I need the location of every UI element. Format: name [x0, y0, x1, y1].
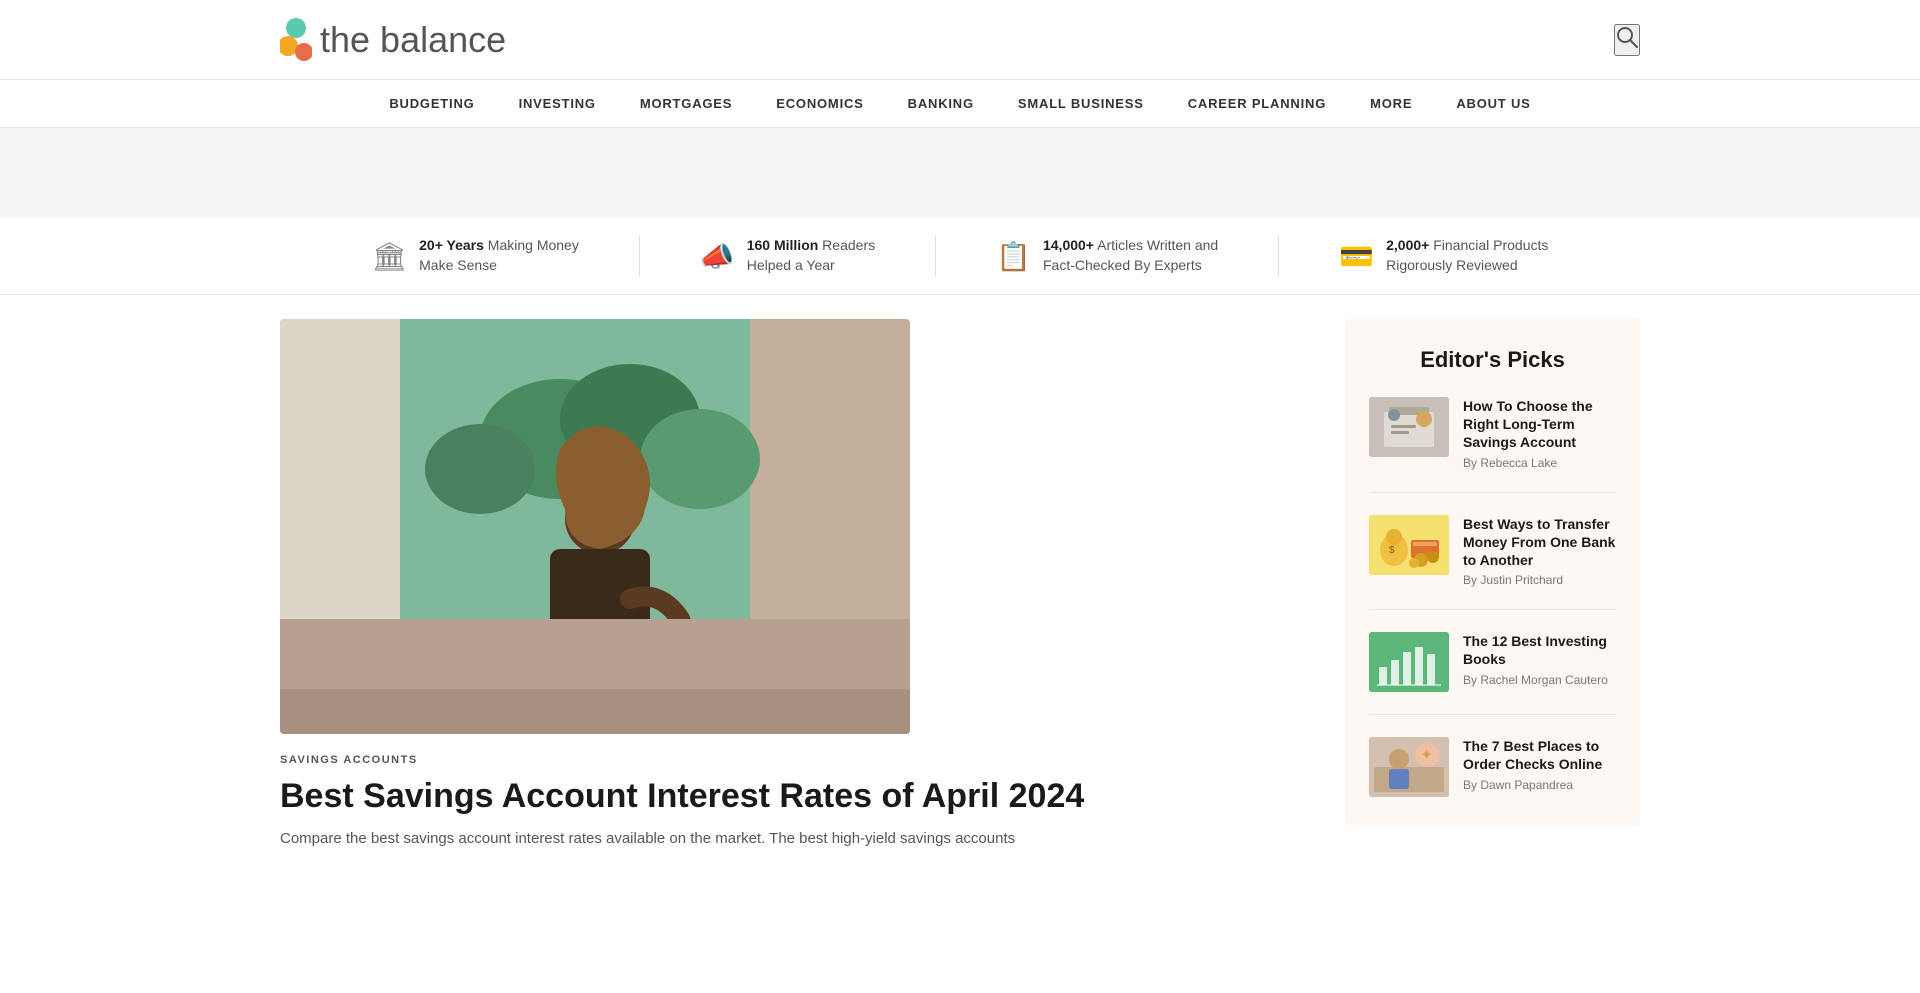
readers-icon: 📣	[700, 240, 735, 273]
ad-banner	[0, 128, 1920, 218]
svg-text:$: $	[1389, 545, 1395, 556]
pick-item-transfer-money[interactable]: $ Best Ways to Transfer Money From One B…	[1369, 515, 1616, 611]
pick-thumbnail-2: $	[1369, 515, 1449, 575]
pick-author-3: By Rachel Morgan Cautero	[1463, 673, 1616, 687]
pick-title-4: The 7 Best Places to Order Checks Online	[1463, 737, 1616, 773]
stats-bar: 🏛 20+ Years Making MoneyMake Sense 📣 160…	[0, 218, 1920, 295]
years-icon: 🏛	[372, 240, 408, 273]
stat-years: 🏛 20+ Years Making MoneyMake Sense	[312, 236, 639, 275]
hero-category: SAVINGS ACCOUNTS	[280, 754, 1295, 766]
search-button[interactable]	[1614, 24, 1640, 56]
nav-item-small-business[interactable]: SMALL BUSINESS	[996, 80, 1166, 128]
nav-item-budgeting[interactable]: BUDGETING	[367, 80, 496, 128]
pick-info-3: The 12 Best Investing Books By Rachel Mo…	[1463, 632, 1616, 692]
pick-info-4: The 7 Best Places to Order Checks Online…	[1463, 737, 1616, 797]
pick-author-1: By Rebecca Lake	[1463, 456, 1616, 470]
pick-title-1: How To Choose the Right Long-Term Saving…	[1463, 397, 1616, 452]
pick-info-2: Best Ways to Transfer Money From One Ban…	[1463, 515, 1616, 588]
search-icon	[1616, 26, 1638, 48]
logo-icon	[280, 18, 312, 62]
hero-description: Compare the best savings account interes…	[280, 827, 1295, 851]
products-icon: 💳	[1339, 240, 1374, 273]
pick-author-4: By Dawn Papandrea	[1463, 778, 1616, 792]
pick-item-investing-books[interactable]: The 12 Best Investing Books By Rachel Mo…	[1369, 632, 1616, 715]
stat-readers-text: 160 Million ReadersHelped a Year	[747, 236, 875, 275]
editors-picks-title: Editor's Picks	[1369, 347, 1616, 373]
stat-articles: 📋 14,000+ Articles Written andFact-Check…	[936, 236, 1278, 275]
svg-text:✦: ✦	[1420, 747, 1433, 764]
stat-products: 💳 2,000+ Financial ProductsRigorously Re…	[1279, 236, 1608, 275]
hero-image[interactable]	[280, 319, 910, 734]
logo[interactable]: the balance	[280, 18, 506, 62]
stat-products-text: 2,000+ Financial ProductsRigorously Revi…	[1386, 236, 1548, 275]
pick-item-savings-account[interactable]: How To Choose the Right Long-Term Saving…	[1369, 397, 1616, 493]
pick-author-2: By Justin Pritchard	[1463, 573, 1616, 587]
pick-thumb-svg-3	[1369, 632, 1449, 692]
pick-item-order-checks[interactable]: ✦ The 7 Best Places to Order Checks Onli…	[1369, 737, 1616, 797]
pick-info-1: How To Choose the Right Long-Term Saving…	[1463, 397, 1616, 470]
nav-item-banking[interactable]: BANKING	[886, 80, 996, 128]
hero-section: SAVINGS ACCOUNTS Best Savings Account In…	[280, 319, 1295, 851]
pick-thumbnail-4: ✦	[1369, 737, 1449, 797]
pick-thumb-svg-1	[1369, 397, 1449, 457]
hero-title[interactable]: Best Savings Account Interest Rates of A…	[280, 776, 1295, 817]
pick-title-2: Best Ways to Transfer Money From One Ban…	[1463, 515, 1616, 570]
pick-thumb-svg-2: $	[1369, 515, 1449, 575]
nav-item-about-us[interactable]: ABOUT US	[1434, 80, 1552, 128]
stat-readers: 📣 160 Million ReadersHelped a Year	[640, 236, 935, 275]
editors-picks-panel: Editor's Picks How To Choose the Right L…	[1345, 319, 1640, 825]
pick-title-3: The 12 Best Investing Books	[1463, 632, 1616, 668]
nav-item-mortgages[interactable]: MORTGAGES	[618, 80, 754, 128]
pick-thumbnail-1	[1369, 397, 1449, 457]
nav-item-career-planning[interactable]: CAREER PLANNING	[1166, 80, 1348, 128]
nav-item-investing[interactable]: INVESTING	[497, 80, 618, 128]
stat-articles-text: 14,000+ Articles Written andFact-Checked…	[1043, 236, 1218, 275]
nav-item-economics[interactable]: ECONOMICS	[754, 80, 885, 128]
pick-thumb-svg-4: ✦	[1369, 737, 1449, 797]
articles-icon: 📋	[996, 240, 1031, 273]
main-content: SAVINGS ACCOUNTS Best Savings Account In…	[0, 319, 1920, 851]
nav-item-more[interactable]: MORE	[1348, 80, 1434, 128]
stat-years-text: 20+ Years Making MoneyMake Sense	[419, 236, 579, 275]
logo-text: the balance	[320, 19, 506, 61]
site-header: the balance	[0, 0, 1920, 80]
main-nav: BUDGETING INVESTING MORTGAGES ECONOMICS …	[0, 80, 1920, 128]
hero-image-svg	[280, 319, 910, 734]
pick-thumbnail-3	[1369, 632, 1449, 692]
